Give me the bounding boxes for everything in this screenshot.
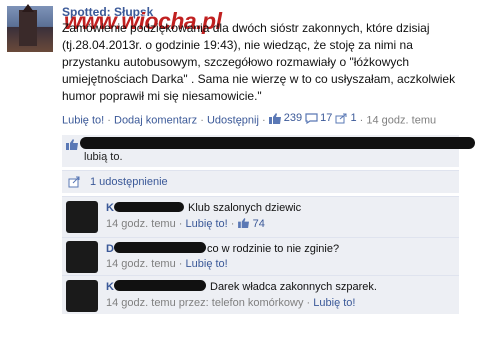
comments-count[interactable]: 17 (305, 112, 332, 124)
shares-count[interactable]: 1 (335, 112, 357, 124)
comment-time[interactable]: 14 godz. temu (106, 218, 176, 230)
comment-like-link[interactable]: Lubię to! (313, 297, 355, 309)
shares-link[interactable]: 1 udostępnienie (90, 176, 168, 188)
comment-icon (305, 112, 318, 124)
comment-likes-count[interactable]: 74 (253, 218, 265, 230)
post-time[interactable]: 14 godz. temu (366, 115, 436, 127)
avatar[interactable] (66, 201, 98, 233)
comment: D co w rodzinie to nie zginie? 14 godz. … (62, 237, 459, 275)
avatar[interactable] (66, 280, 98, 312)
like-link[interactable]: Lubię to! (62, 115, 104, 127)
comment-author[interactable]: K (106, 281, 114, 293)
post-text: Zamówienie podziękowania dla dwóch sióst… (62, 21, 456, 103)
likes-text: lubią to. (84, 151, 123, 163)
comment-text: Darek władca zakonnych szparek. (210, 281, 377, 293)
redacted-name (114, 242, 206, 253)
add-comment-link[interactable]: Dodaj komentarz (114, 115, 197, 127)
share-link[interactable]: Udostępnij (207, 115, 259, 127)
comment: K Darek władca zakonnych szparek. 14 god… (62, 275, 459, 314)
page-avatar[interactable] (7, 4, 53, 52)
likes-box: lubią to. (62, 135, 475, 167)
comment-text: Klub szalonych dziewic (188, 202, 302, 214)
comment-author[interactable]: K (106, 202, 114, 214)
comment-like-link[interactable]: Lubię to! (186, 218, 228, 230)
comment-text: co w rodzinie to nie zginie? (207, 243, 340, 255)
comment-time[interactable]: 14 godz. temu (106, 258, 176, 270)
post-actions: Lubię to! · Dodaj komentarz · Udostępnij… (62, 112, 437, 127)
comment-time[interactable]: 14 godz. temu przez: telefon komórkowy (106, 297, 303, 309)
share-icon (335, 113, 347, 123)
thumbs-up-icon (237, 218, 249, 228)
redacted-name (114, 202, 184, 212)
comment: K Klub szalonych dziewic 14 godz. temu ·… (62, 196, 459, 237)
redacted-names (80, 137, 475, 149)
share-icon (68, 176, 80, 188)
redacted-name (114, 280, 206, 291)
likes-count[interactable]: 239 (268, 112, 302, 124)
thumbs-up-icon (268, 112, 281, 124)
comment-like-link[interactable]: Lubię to! (186, 258, 228, 270)
shares-box: 1 udostępnienie (62, 170, 459, 193)
comment-author[interactable]: D (106, 243, 114, 255)
thumbs-up-icon (66, 139, 78, 150)
avatar[interactable] (66, 241, 98, 273)
